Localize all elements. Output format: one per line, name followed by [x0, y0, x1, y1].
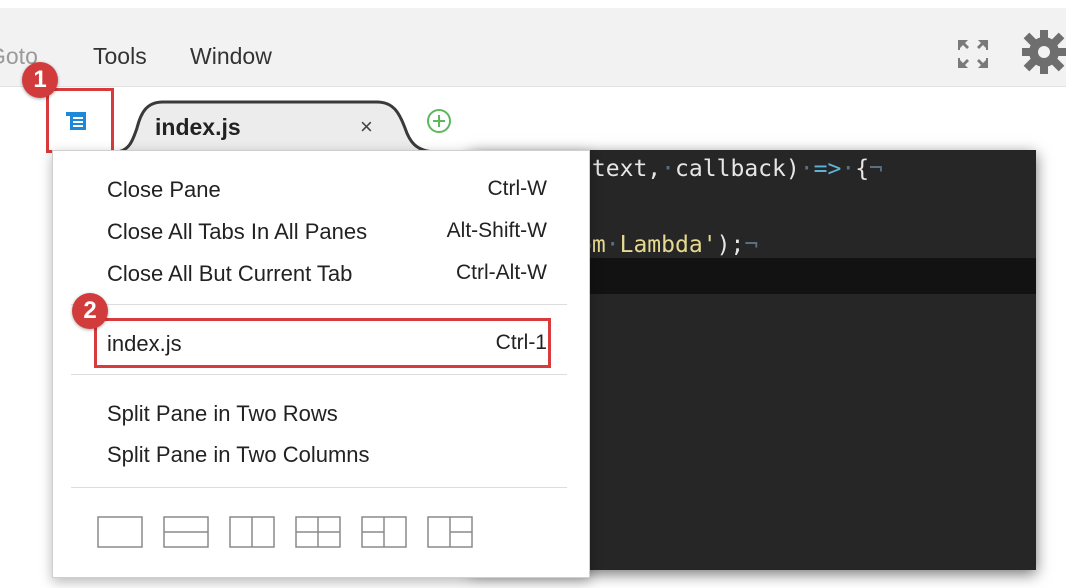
grid-four-icon[interactable]	[295, 516, 341, 548]
menu-item-shortcut: Alt-Shift-W	[446, 219, 547, 242]
menu-item-label: Split Pane in Two Columns	[107, 442, 370, 467]
callout-highlight-2	[94, 318, 551, 368]
two-rows-icon[interactable]	[163, 516, 209, 548]
menu-item-shortcut: Ctrl-Alt-W	[456, 261, 547, 284]
menu-separator	[71, 374, 567, 375]
menu-item-split-rows[interactable]: Split Pane in Two Rows	[107, 395, 547, 431]
menu-item-label: Close Pane	[107, 177, 221, 202]
menu-item-label: Close All But Current Tab	[107, 261, 353, 286]
callout-highlight-1	[46, 88, 114, 153]
tab-title: index.js	[155, 114, 241, 140]
menu-item-shortcut: Ctrl-W	[487, 177, 547, 200]
code-line-1: ntext,·callback)·=>·{¬	[578, 156, 883, 182]
three-panes-right-icon[interactable]	[427, 516, 473, 548]
menu-item-label: Split Pane in Two Rows	[107, 401, 338, 426]
menu-bar: Goto Tools Window	[0, 8, 1066, 87]
menu-separator	[71, 304, 567, 305]
menu-item-label: Close All Tabs In All Panes	[107, 219, 368, 244]
callout-badge-2: 2	[72, 293, 108, 329]
two-columns-icon[interactable]	[229, 516, 275, 548]
menu-item-split-columns[interactable]: Split Pane in Two Columns	[107, 436, 547, 472]
single-pane-icon[interactable]	[97, 516, 143, 548]
gear-icon[interactable]	[1018, 26, 1066, 83]
menu-window[interactable]: Window	[190, 42, 272, 70]
menu-tools[interactable]: Tools	[93, 42, 147, 70]
menu-item-close-all-tabs[interactable]: Close All Tabs In All Panes Alt-Shift-W	[107, 213, 547, 249]
code-line-2: om·Lambda');¬	[578, 232, 759, 258]
close-icon[interactable]: ×	[360, 114, 373, 140]
fullscreen-icon[interactable]	[956, 38, 990, 75]
tab-index-js[interactable]: index.js ×	[115, 100, 437, 152]
menu-item-close-pane[interactable]: Close Pane Ctrl-W	[107, 171, 547, 207]
layout-icon-row	[97, 516, 477, 548]
menu-item-close-all-but-current[interactable]: Close All But Current Tab Ctrl-Alt-W	[107, 255, 547, 291]
menu-separator	[71, 487, 567, 488]
three-panes-left-icon[interactable]	[361, 516, 407, 548]
add-tab-icon[interactable]	[426, 108, 452, 134]
callout-badge-1: 1	[22, 62, 58, 98]
